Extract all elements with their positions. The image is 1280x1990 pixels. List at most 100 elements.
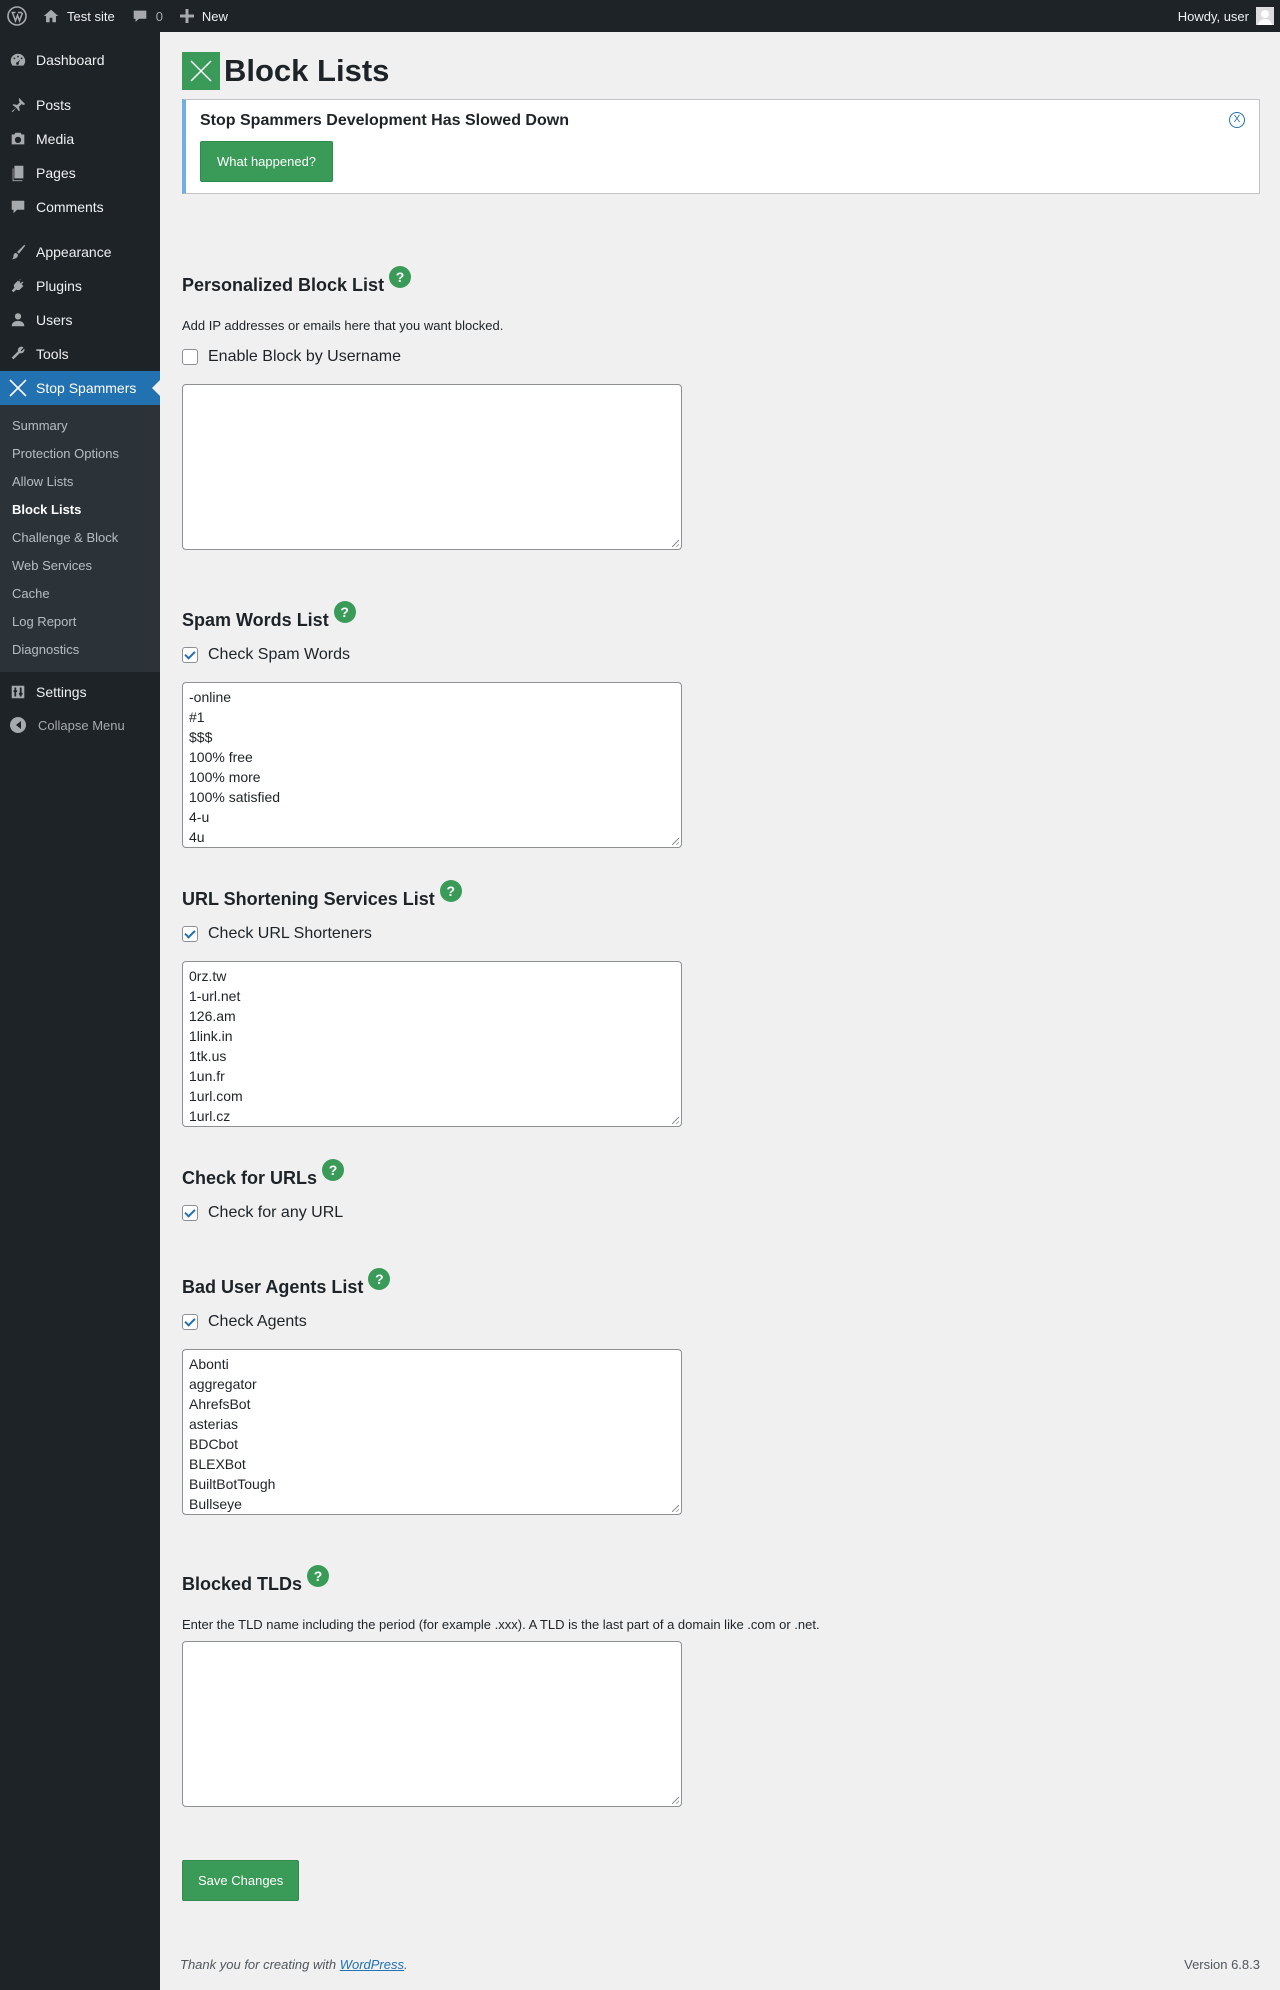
personal-block-description: Add IP addresses or emails here that you… [182, 318, 504, 333]
menu-pages-label: Pages [36, 165, 76, 181]
submenu-protection-options[interactable]: Protection Options [0, 440, 160, 468]
help-icon[interactable]: ? [333, 601, 356, 623]
main-content: Block Lists Stop Spammers Development Ha… [182, 32, 1260, 1901]
admin-sidebar: Dashboard Posts Media Pages Comments App… [0, 32, 160, 1990]
settings-icon [8, 682, 28, 702]
help-icon[interactable]: ? [322, 1159, 345, 1181]
submenu-challenge-block[interactable]: Challenge & Block [0, 524, 160, 552]
spam-words-textarea[interactable]: -online #1 $$$ 100% free 100% more 100% … [182, 682, 682, 848]
bad-user-agents-title: Bad User Agents List [182, 1277, 364, 1297]
footer-thanks: Thank you for creating with WordPress. [180, 1957, 408, 1972]
menu-appearance-label: Appearance [36, 244, 112, 260]
new-label: New [201, 8, 228, 24]
dismiss-notice-icon[interactable]: X [1229, 112, 1245, 128]
menu-posts-label: Posts [36, 97, 72, 113]
howdy-text: Howdy, user [1177, 8, 1249, 24]
menu-plugins-label: Plugins [36, 278, 82, 294]
menu-users-label: Users [36, 312, 73, 328]
help-icon[interactable]: ? [368, 1268, 391, 1290]
footer-version: Version 6.8.3 [1184, 1957, 1260, 1972]
wrench-icon [8, 344, 28, 364]
wordpress-logo-icon[interactable] [0, 0, 34, 32]
menu-media-label: Media [36, 131, 75, 147]
url-shortening-title: URL Shortening Services List [182, 889, 435, 909]
help-icon[interactable]: ? [307, 1565, 330, 1587]
check-spam-words-checkbox[interactable] [182, 647, 198, 663]
blocked-tlds-description: Enter the TLD name including the period … [182, 1617, 820, 1632]
what-happened-button[interactable]: What happened? [200, 141, 334, 182]
menu-dashboard-label: Dashboard [36, 52, 105, 68]
submenu-web-services[interactable]: Web Services [0, 552, 160, 580]
check-url-shorteners-label: Check URL Shorteners [208, 925, 372, 942]
user-icon [8, 310, 28, 330]
check-url-shorteners-checkbox[interactable] [182, 926, 198, 942]
menu-settings[interactable]: Settings [0, 675, 160, 709]
stop-spammers-submenu: Summary Protection Options Allow Lists B… [0, 405, 160, 672]
development-notice: Stop Spammers Development Has Slowed Dow… [182, 99, 1260, 194]
save-changes-button[interactable]: Save Changes [182, 1860, 300, 1901]
menu-comments-label: Comments [36, 199, 104, 215]
personal-block-textarea[interactable] [182, 384, 682, 550]
menu-plugins[interactable]: Plugins [0, 269, 160, 303]
spam-words-title: Spam Words List [182, 610, 329, 630]
pushpin-icon [8, 95, 28, 115]
menu-posts[interactable]: Posts [0, 88, 160, 122]
comments-count: 0 [155, 8, 163, 24]
submenu-block-lists[interactable]: Block Lists [0, 496, 160, 524]
stop-spammers-icon [8, 378, 28, 398]
check-any-url-label: Check for any URL [208, 1204, 344, 1221]
plug-icon [8, 276, 28, 296]
comment-icon [8, 197, 28, 217]
submenu-allow-lists[interactable]: Allow Lists [0, 468, 160, 496]
submenu-diagnostics[interactable]: Diagnostics [0, 636, 160, 664]
check-agents-label: Check Agents [208, 1313, 307, 1330]
media-icon [8, 129, 28, 149]
blocked-tlds-textarea[interactable] [182, 1641, 682, 1807]
menu-tools[interactable]: Tools [0, 337, 160, 371]
blocked-tlds-title: Blocked TLDs [182, 1574, 303, 1594]
bad-user-agents-textarea[interactable]: Abonti aggregator AhrefsBot asterias BDC… [182, 1349, 682, 1515]
menu-media[interactable]: Media [0, 122, 160, 156]
account-menu[interactable]: Howdy, user [1170, 0, 1280, 32]
collapse-arrow-icon [10, 717, 26, 733]
menu-stop-spammers[interactable]: Stop Spammers [0, 371, 160, 405]
comment-bubble-icon [133, 10, 146, 22]
menu-pages[interactable]: Pages [0, 156, 160, 190]
check-spam-words-label: Check Spam Words [208, 646, 350, 663]
menu-users[interactable]: Users [0, 303, 160, 337]
avatar [1256, 7, 1274, 25]
page-header: Block Lists [182, 52, 1260, 90]
pages-icon [8, 163, 28, 183]
check-any-url-checkbox[interactable] [182, 1205, 198, 1221]
enable-block-by-username-label: Enable Block by Username [208, 348, 401, 365]
wordpress-link[interactable]: WordPress [340, 1957, 404, 1972]
new-content-link[interactable]: New [171, 0, 236, 32]
menu-appearance[interactable]: Appearance [0, 235, 160, 269]
site-name-link[interactable]: Test site [34, 0, 123, 32]
plus-icon [179, 9, 194, 23]
notice-title: Stop Spammers Development Has Slowed Dow… [200, 112, 569, 129]
submenu-summary[interactable]: Summary [0, 412, 160, 440]
comments-link[interactable]: 0 [123, 0, 171, 32]
help-icon[interactable]: ? [439, 880, 462, 902]
admin-bar: Test site 0 New Howdy, user [0, 0, 1280, 32]
collapse-menu-label: Collapse Menu [38, 717, 125, 733]
url-shorteners-textarea[interactable]: 0rz.tw 1-url.net 126.am 1link.in 1tk.us … [182, 961, 682, 1127]
personal-block-section: Personalized Block List? [182, 266, 412, 296]
menu-stop-spammers-label: Stop Spammers [36, 380, 137, 396]
personal-block-title: Personalized Block List [182, 275, 385, 295]
paintbrush-icon [8, 242, 28, 262]
submenu-cache[interactable]: Cache [0, 580, 160, 608]
help-icon[interactable]: ? [389, 266, 412, 288]
menu-comments[interactable]: Comments [0, 190, 160, 224]
collapse-menu-button[interactable]: Collapse Menu [0, 709, 160, 741]
menu-settings-label: Settings [36, 684, 87, 700]
menu-tools-label: Tools [36, 346, 69, 362]
footer: Thank you for creating with WordPress. V… [180, 1957, 1260, 1972]
check-agents-checkbox[interactable] [182, 1314, 198, 1330]
site-name: Test site [67, 8, 115, 24]
menu-dashboard[interactable]: Dashboard [0, 43, 160, 77]
home-icon [43, 9, 59, 23]
enable-block-by-username-checkbox[interactable] [182, 349, 198, 365]
submenu-log-report[interactable]: Log Report [0, 608, 160, 636]
